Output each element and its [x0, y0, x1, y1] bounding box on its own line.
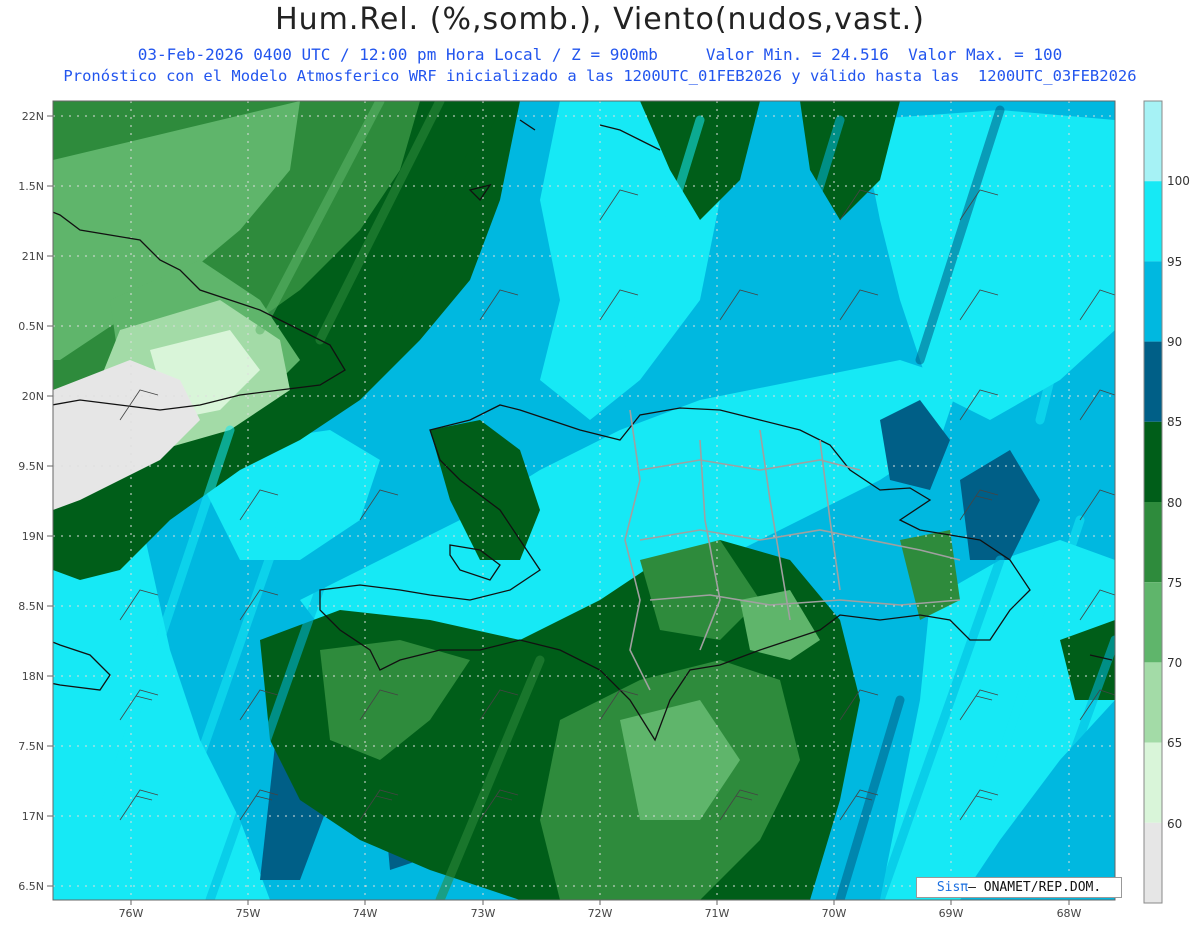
lon-tick-label: 70W: [822, 907, 847, 920]
colorbar-segment: [1144, 662, 1162, 743]
colorbar-label: 90: [1167, 335, 1182, 349]
colorbar-segment: [1144, 421, 1162, 502]
latitude-axis: 22N 1.5N 21N 0.5N 20N 9.5N 19N 8.5N 18N …: [18, 110, 53, 893]
org-text: – ONAMET/REP.DOM.: [968, 880, 1102, 895]
lon-tick-label: 73W: [471, 907, 496, 920]
lat-tick-label: 0.5N: [18, 320, 44, 333]
lat-tick-label: 7.5N: [18, 740, 44, 753]
colorbar-label: 65: [1167, 736, 1182, 750]
lat-tick-label: 18N: [22, 670, 44, 683]
colorbar-segment: [1144, 582, 1162, 663]
colorbar-label: 80: [1167, 496, 1182, 510]
lon-tick-label: 75W: [236, 907, 261, 920]
colorbar-labels: 100 95 90 85 80 75 70 65 60: [1167, 174, 1190, 831]
lon-tick-label: 72W: [588, 907, 613, 920]
colorbar-label: 70: [1167, 656, 1182, 670]
lat-tick-label: 20N: [22, 390, 44, 403]
lat-tick-label: 17N: [22, 810, 44, 823]
lat-tick-label: 19N: [22, 530, 44, 543]
lon-tick-label: 71W: [705, 907, 730, 920]
brand-logo-text: Sisπ: [936, 880, 969, 895]
lon-tick-label: 76W: [119, 907, 144, 920]
lat-tick-label: 8.5N: [18, 600, 44, 613]
colorbar-segment: [1144, 341, 1162, 422]
colorbar-label: 100: [1167, 174, 1190, 188]
lon-tick-label: 68W: [1057, 907, 1082, 920]
humidity-wind-map: 22N 1.5N 21N 0.5N 20N 9.5N 19N 8.5N 18N …: [18, 100, 1190, 920]
lat-tick-label: 6.5N: [18, 880, 44, 893]
credit-box: Sisπ– ONAMET/REP.DOM.: [916, 877, 1122, 898]
colorbar-segment: [1144, 822, 1162, 903]
colorbar-segment: [1144, 502, 1162, 583]
colorbar-segment: [1144, 742, 1162, 823]
colorbar-label: 95: [1167, 255, 1182, 269]
colorbar-label: 60: [1167, 817, 1182, 831]
lon-tick-label: 74W: [353, 907, 378, 920]
longitude-axis: 76W 75W 74W 73W 72W 71W 70W 69W 68W: [119, 900, 1082, 920]
colorbar-segment: [1144, 101, 1162, 182]
lat-tick-label: 22N: [22, 110, 44, 123]
colorbar: [1143, 100, 1163, 904]
colorbar-segment: [1144, 181, 1162, 262]
colorbar-label: 85: [1167, 415, 1182, 429]
lon-tick-label: 69W: [939, 907, 964, 920]
lat-tick-label: 21N: [22, 250, 44, 263]
lat-tick-label: 1.5N: [18, 180, 44, 193]
colorbar-label: 75: [1167, 576, 1182, 590]
colorbar-segment: [1144, 261, 1162, 342]
lat-tick-label: 9.5N: [18, 460, 44, 473]
